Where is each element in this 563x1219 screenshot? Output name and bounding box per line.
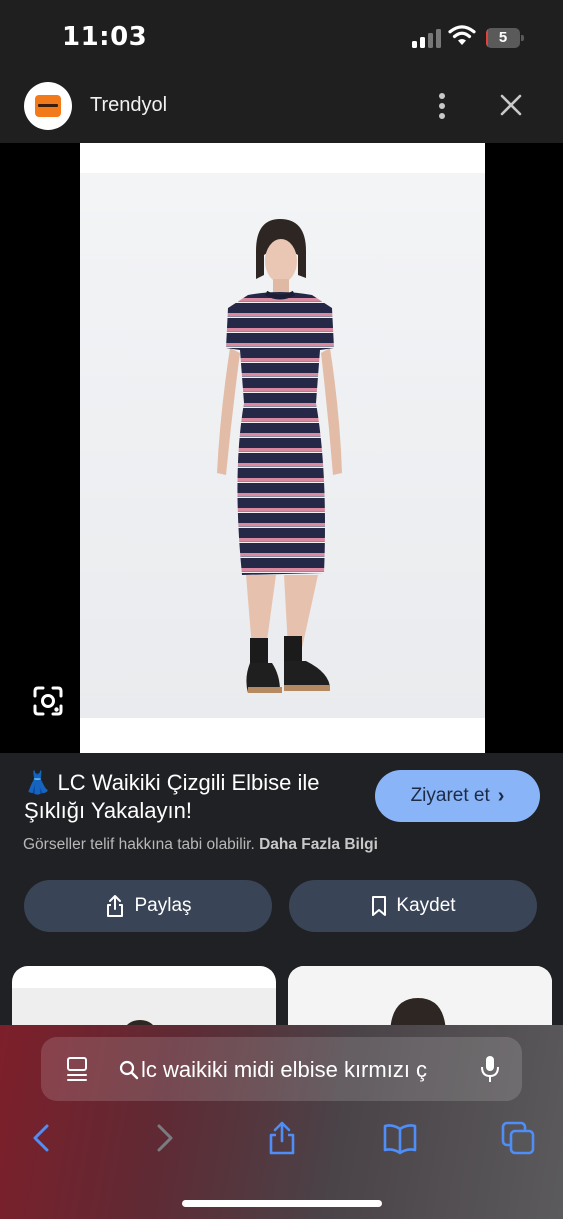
- copyright-notice: Görseller telif hakkına tabi olabilir. D…: [23, 836, 378, 854]
- battery-icon: 5: [486, 28, 524, 48]
- save-button-label: Kaydet: [396, 895, 456, 916]
- visit-button-label: Ziyaret et: [410, 785, 490, 806]
- model-photo: [217, 219, 342, 693]
- battery-level: 5: [498, 29, 508, 46]
- site-name: Trendyol: [90, 94, 168, 116]
- home-indicator[interactable]: [182, 1200, 382, 1207]
- share-button[interactable]: Paylaş: [24, 880, 272, 932]
- tabs-icon[interactable]: [500, 1120, 536, 1156]
- search-icon: [119, 1060, 139, 1080]
- copyright-text: Görseller telif hakkına tabi olabilir.: [23, 836, 255, 853]
- wifi-icon: [448, 25, 476, 45]
- page-menu-icon[interactable]: [65, 1056, 89, 1082]
- close-icon[interactable]: [496, 90, 526, 120]
- address-text[interactable]: lc waikiki midi elbise kırmızı ç: [141, 1057, 461, 1083]
- share-icon[interactable]: [264, 1120, 300, 1156]
- trendyol-logo-icon: [35, 95, 61, 117]
- app-header: Trendyol: [0, 70, 563, 143]
- status-bar: 11:03 5: [0, 0, 563, 70]
- address-bar[interactable]: lc waikiki midi elbise kırmızı ç: [41, 1037, 522, 1101]
- share-icon: [107, 895, 124, 917]
- chevron-right-icon: ›: [497, 784, 505, 807]
- more-options-button[interactable]: [430, 90, 454, 122]
- save-button[interactable]: Kaydet: [289, 880, 537, 932]
- image-viewer: [0, 143, 563, 753]
- result-title[interactable]: 👗 LC Waikiki Çizgili Elbise ile Şıklığı …: [24, 769, 364, 825]
- forward-icon[interactable]: [146, 1120, 182, 1156]
- status-time: 11:03: [62, 22, 148, 52]
- visit-button[interactable]: Ziyaret et ›: [375, 770, 540, 822]
- result-info-panel: 👗 LC Waikiki Çizgili Elbise ile Şıklığı …: [0, 753, 563, 1036]
- back-icon[interactable]: [24, 1120, 60, 1156]
- browser-toolbar: lc waikiki midi elbise kırmızı ç: [0, 1025, 563, 1219]
- microphone-icon[interactable]: [479, 1054, 501, 1084]
- learn-more-link[interactable]: Daha Fazla Bilgi: [259, 836, 378, 853]
- cellular-signal-icon: [412, 29, 441, 48]
- site-logo: [24, 82, 72, 130]
- share-button-label: Paylaş: [134, 895, 192, 916]
- bookmarks-icon[interactable]: [382, 1120, 418, 1156]
- bookmark-icon: [372, 896, 387, 916]
- product-image[interactable]: [80, 143, 485, 753]
- google-lens-icon[interactable]: [30, 683, 66, 719]
